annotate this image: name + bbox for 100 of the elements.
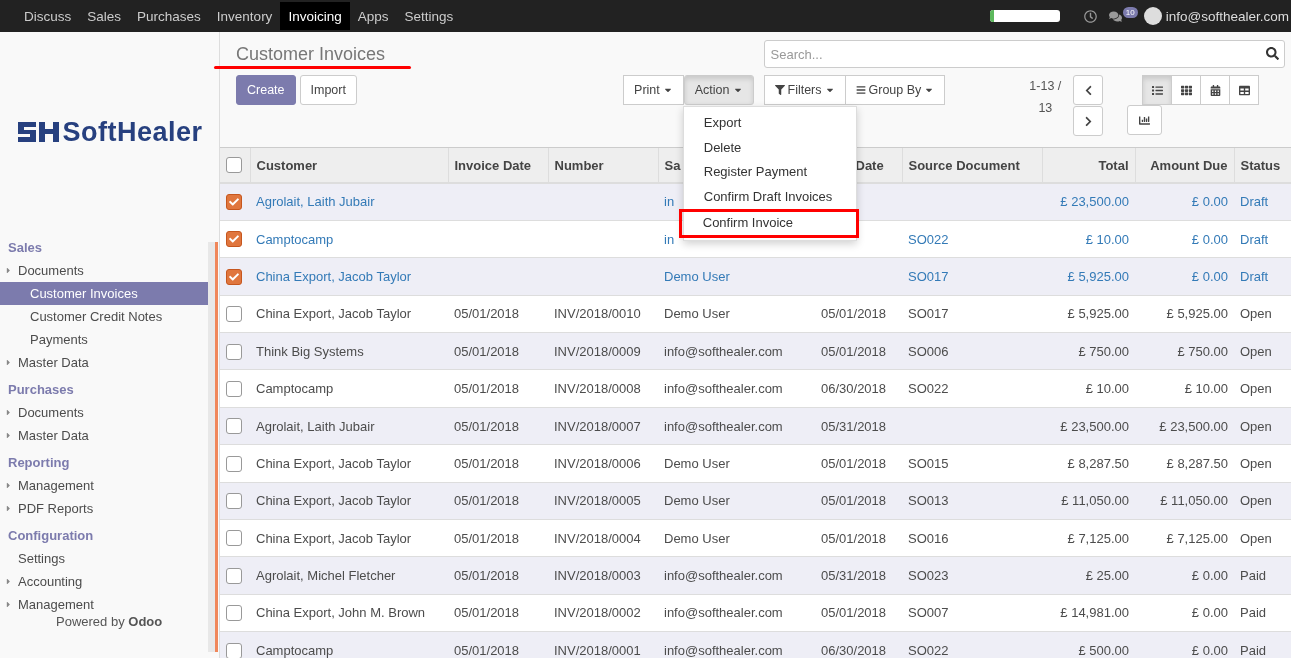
sidebar-item[interactable]: Accounting xyxy=(0,570,208,593)
column-header[interactable]: Number xyxy=(548,148,658,183)
checkbox[interactable] xyxy=(226,642,242,658)
checkbox[interactable] xyxy=(226,567,242,584)
sidebar-item[interactable]: Settings xyxy=(0,547,208,570)
sidebar-item[interactable]: PDF Reports xyxy=(0,497,208,520)
sidebar-item[interactable]: Management xyxy=(0,474,208,497)
table-cell: Camptocamp xyxy=(250,631,448,658)
table-cell: SO007 xyxy=(902,594,1042,632)
column-header[interactable]: Total xyxy=(1042,148,1135,183)
user-name[interactable]: info@softhealer.com xyxy=(1165,8,1289,24)
nav-menu-item[interactable]: Apps xyxy=(349,2,397,30)
view-switch-button[interactable] xyxy=(1229,75,1260,105)
checkbox[interactable] xyxy=(226,194,242,211)
sidebar-item[interactable]: Master Data xyxy=(0,424,208,447)
table-cell: info@softhealer.com xyxy=(658,556,815,595)
table-cell: Draft xyxy=(1234,220,1291,258)
check-icon xyxy=(229,234,239,245)
checkbox[interactable] xyxy=(226,343,242,360)
table-cell: SO017 xyxy=(902,295,1042,333)
action-button[interactable]: Action xyxy=(683,75,754,105)
table-cell: £ 0.00 xyxy=(1135,631,1234,658)
create-button[interactable]: Create xyxy=(236,75,296,105)
table-cell: Open xyxy=(1234,519,1291,557)
table-cell: 05/31/2018 xyxy=(815,407,902,445)
search-field[interactable]: Search... xyxy=(763,40,1285,68)
table-cell: 05/01/2018 xyxy=(815,482,902,520)
table-cell: Open xyxy=(1234,444,1291,483)
table-cell: 05/01/2018 xyxy=(448,482,548,520)
checkbox[interactable] xyxy=(226,380,242,397)
checkbox[interactable] xyxy=(226,418,242,435)
checkbox[interactable] xyxy=(226,231,242,248)
nav-menu-item[interactable]: Settings xyxy=(396,2,462,30)
table-cell: Camptocamp xyxy=(250,369,448,408)
chat-icon[interactable] xyxy=(1108,9,1122,23)
sidebar-item[interactable]: Customer Credit Notes xyxy=(0,305,208,328)
sidebar-item[interactable]: Payments xyxy=(0,328,208,351)
previous-button[interactable] xyxy=(1073,75,1104,105)
column-header[interactable]: Amount Due xyxy=(1135,148,1234,183)
checkbox[interactable] xyxy=(226,306,242,323)
sidebar-item[interactable]: Master Data xyxy=(0,351,208,374)
pager-text: 1-13 / 13 xyxy=(1028,78,1063,117)
table-cell: SO023 xyxy=(902,556,1042,595)
column-header[interactable]: Customer xyxy=(250,148,448,183)
checkbox[interactable] xyxy=(226,493,242,510)
view-switch-button[interactable] xyxy=(1200,75,1231,105)
nav-menu-item[interactable]: Discuss xyxy=(16,2,80,30)
table-cell: £ 0.00 xyxy=(1135,556,1234,595)
table-cell: info@softhealer.com xyxy=(658,332,815,370)
table-cell: Open xyxy=(1234,407,1291,445)
import-button[interactable]: Import xyxy=(299,75,357,105)
next-button[interactable] xyxy=(1073,106,1104,136)
filters-button[interactable]: Filters xyxy=(763,75,846,105)
table-cell: INV/2018/0006 xyxy=(548,444,658,483)
sidebar-item[interactable]: Customer Invoices xyxy=(0,282,208,305)
avatar[interactable] xyxy=(1143,7,1162,25)
table-cell: Paid xyxy=(1234,556,1291,595)
table-cell: £ 5,925.00 xyxy=(1135,295,1234,333)
search-icon[interactable] xyxy=(1266,47,1279,60)
table-cell: info@softhealer.com xyxy=(658,369,815,408)
group-by-button[interactable]: Group By xyxy=(844,75,946,105)
table-cell: SO022 xyxy=(902,631,1042,658)
nav-menu-item[interactable]: Invoicing xyxy=(280,2,350,30)
table-cell: China Export, Jacob Taylor xyxy=(250,482,448,520)
table-cell: INV/2018/0008 xyxy=(548,369,658,408)
nav-menu-item[interactable]: Purchases xyxy=(129,2,209,30)
nav-menu-item[interactable]: Inventory xyxy=(208,2,281,30)
menu-item[interactable]: Confirm Invoice xyxy=(680,211,857,236)
checkbox[interactable] xyxy=(226,530,242,547)
checkbox[interactable] xyxy=(226,605,242,622)
sidebar-item[interactable]: Documents xyxy=(0,401,208,424)
nav-menu-item[interactable]: Sales xyxy=(79,2,130,30)
checkbox[interactable] xyxy=(226,455,242,472)
table-cell: INV/2018/0005 xyxy=(548,482,658,520)
table-cell: £ 5,925.00 xyxy=(1042,295,1135,333)
column-header[interactable]: Invoice Date xyxy=(448,148,548,183)
menu-item[interactable]: Export xyxy=(683,111,856,136)
checkbox[interactable] xyxy=(226,157,242,174)
table-icon xyxy=(1238,84,1250,96)
view-switch-button[interactable] xyxy=(1127,105,1163,135)
view-switch-button[interactable] xyxy=(1142,75,1173,105)
clock-icon[interactable] xyxy=(1083,9,1097,23)
table-cell: £ 10.00 xyxy=(1135,369,1234,408)
table-cell: 05/01/2018 xyxy=(815,444,902,483)
table-cell: Demo User xyxy=(658,482,815,520)
column-header[interactable]: Status xyxy=(1234,148,1291,183)
table-cell: 05/01/2018 xyxy=(815,295,902,333)
table-cell: 06/30/2018 xyxy=(815,369,902,408)
menu-item[interactable]: Confirm Draft Invoices xyxy=(683,184,856,209)
checkbox[interactable] xyxy=(226,268,242,285)
table-cell: SO017 xyxy=(902,257,1042,296)
sidebar-item[interactable]: Documents xyxy=(0,259,208,282)
column-header[interactable]: Source Document xyxy=(902,148,1042,183)
table-cell: Open xyxy=(1234,482,1291,520)
sidebar-item[interactable]: Management xyxy=(0,593,208,616)
print-button[interactable]: Print xyxy=(623,75,684,105)
table-cell: Paid xyxy=(1234,594,1291,632)
scrollbar[interactable] xyxy=(208,242,218,652)
view-switch-button[interactable] xyxy=(1171,75,1202,105)
table-cell: China Export, John M. Brown xyxy=(250,594,448,632)
